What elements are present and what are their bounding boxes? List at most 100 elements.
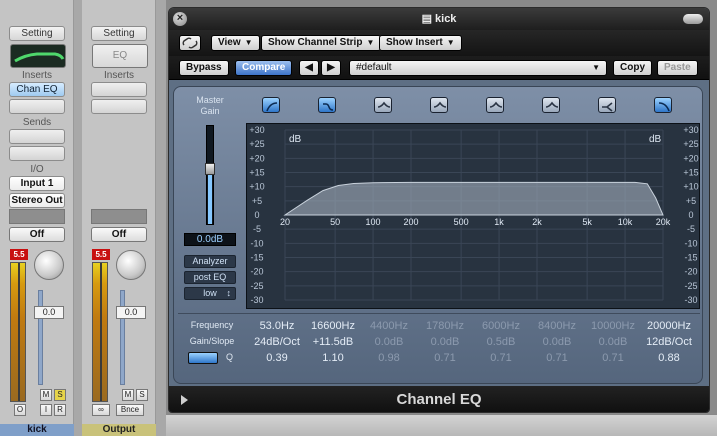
y-tick-label-right: +25 [683, 139, 698, 149]
volume-fader[interactable] [120, 290, 125, 385]
insert-slot-chan-eq[interactable]: Chan EQ [9, 82, 65, 97]
level-meter [92, 262, 108, 402]
peak-indicator[interactable]: 5.5 [92, 249, 110, 260]
solo-button[interactable]: S [54, 389, 66, 401]
band-8-toggle[interactable] [654, 97, 672, 113]
mute-button[interactable]: M [122, 389, 134, 401]
insert-slot-empty[interactable] [91, 99, 147, 114]
previous-preset-button[interactable]: ◀ [299, 60, 319, 76]
fader-value[interactable]: 0.0 [34, 306, 64, 319]
pan-knob[interactable] [34, 250, 64, 280]
analyzer-mode-select[interactable]: post EQ [184, 271, 236, 284]
band-8-q-value[interactable]: 0.88 [636, 352, 702, 364]
eq-thumbnail[interactable]: EQ [92, 44, 148, 68]
band-7-toggle[interactable] [598, 97, 616, 113]
arrange-bottom-bar [166, 414, 717, 436]
band-1-toggle[interactable] [262, 97, 280, 113]
band-3-toggle[interactable] [374, 97, 392, 113]
output-select[interactable]: Stereo Out [9, 193, 65, 208]
peak-indicator[interactable]: 5.5 [10, 249, 28, 260]
eq-graph[interactable]: +30 +30 +25 +25 +20 +20 +15 +15 +10 +10 +5 +5 0 0 -5 -5… [246, 123, 700, 309]
plugin-window: × ▤ kick View ▼ Show Channel Strip ▼ Show … [168, 7, 710, 413]
strip-name[interactable]: Output [82, 424, 156, 436]
copy-button[interactable]: Copy [613, 60, 652, 76]
y-tick-label-left: -30 [250, 295, 263, 305]
link-icon[interactable]: ∞ [92, 404, 110, 416]
group-slot[interactable] [91, 209, 147, 224]
send-slot-empty[interactable] [9, 129, 65, 144]
show-insert-menu[interactable]: Show Insert ▼ [379, 35, 462, 51]
y-tick-label-left: +5 [252, 196, 262, 206]
compare-button[interactable]: Compare [235, 60, 293, 76]
strip-gap [156, 0, 166, 436]
solo-button[interactable]: S [136, 389, 148, 401]
band-8-gain-value[interactable]: 12dB/Oct [636, 336, 702, 348]
master-gain-value[interactable]: 0.0dB [184, 233, 236, 246]
level-meter [10, 262, 26, 402]
send-slot-empty[interactable] [9, 146, 65, 161]
setting-button[interactable]: Setting [9, 26, 65, 41]
master-gain-slider[interactable] [205, 125, 215, 225]
next-preset-button[interactable]: ▶ [321, 60, 341, 76]
high-shelf-icon [602, 102, 613, 112]
strip-name[interactable]: kick [0, 424, 74, 436]
eq-thumbnail[interactable] [10, 44, 66, 68]
link-button[interactable] [179, 35, 201, 51]
fader-value[interactable]: 0.0 [116, 306, 146, 319]
toolbar-toggle-button[interactable] [683, 14, 703, 24]
master-gain-handle[interactable] [205, 163, 215, 176]
bell-icon [489, 101, 503, 108]
channel-strip-output: Setting EQ Inserts Off 5.5 0.0 M S ∞ Bnc… [82, 0, 156, 436]
bounce-button[interactable]: Bnce [116, 404, 144, 416]
low-shelf-icon [323, 103, 334, 111]
x-tick-label: 1k [494, 217, 504, 227]
strip-gap [74, 0, 82, 436]
title-bar[interactable]: × ▤ kick [169, 8, 709, 30]
x-tick-label: 10k [618, 217, 633, 227]
eq-curve-chart[interactable]: +30 +30 +25 +25 +20 +20 +15 +15 +10 +10 +5 +5 0 0 -5 -5… [247, 124, 701, 310]
insert-slot-empty[interactable] [9, 99, 65, 114]
automation-mode-button[interactable]: Off [91, 227, 147, 242]
eq-curve-area [283, 181, 664, 216]
band-5-toggle[interactable] [486, 97, 504, 113]
y-tick-label-left: +25 [249, 139, 264, 149]
automation-mode-button[interactable]: Off [9, 227, 65, 242]
view-menu[interactable]: View ▼ [211, 35, 260, 51]
output-button[interactable]: O [14, 404, 26, 416]
band-2-toggle[interactable] [318, 97, 336, 113]
show-channel-strip-menu[interactable]: Show Channel Strip ▼ [261, 35, 382, 51]
bypass-button[interactable]: Bypass [179, 60, 229, 76]
record-enable-button[interactable]: R [54, 404, 66, 416]
band-6-toggle[interactable] [542, 97, 560, 113]
y-tick-label-left: -25 [250, 281, 263, 291]
mute-button[interactable]: M [40, 389, 52, 401]
input-monitor-button[interactable]: I [40, 404, 52, 416]
mixer-area: Setting Inserts Chan EQ Sends I/O Input … [0, 0, 166, 436]
analyzer-button[interactable]: Analyzer [184, 255, 236, 268]
group-slot[interactable] [9, 209, 65, 224]
gain-q-link-icon[interactable] [188, 352, 218, 364]
band-4-toggle[interactable] [430, 97, 448, 113]
setting-button[interactable]: Setting [91, 26, 147, 41]
insert-slot-empty[interactable] [91, 82, 147, 97]
analyzer-resolution-select[interactable]: low ↕ [184, 287, 236, 300]
y-tick-label-left: +30 [249, 125, 264, 135]
input-select[interactable]: Input 1 [9, 176, 65, 191]
y-tick-label-right: -10 [684, 238, 697, 248]
x-tick-label: 100 [366, 217, 381, 227]
preset-menu[interactable]: #default ▼ [349, 60, 607, 76]
master-gain-label: Master Gain [196, 95, 224, 116]
y-unit-label-left: dB [289, 134, 302, 145]
band-8-freq-value[interactable]: 20000Hz [636, 320, 702, 332]
y-tick-label-left: +20 [249, 153, 264, 163]
volume-fader[interactable] [38, 290, 43, 385]
pan-knob[interactable] [116, 250, 146, 280]
link-icon [182, 37, 198, 49]
plugin-footer: Channel EQ [169, 386, 709, 412]
plugin-header-toolbar: View ▼ Show Channel Strip ▼ Show Insert ▼ [169, 30, 709, 56]
channel-strip-kick: Setting Inserts Chan EQ Sends I/O Input … [0, 0, 74, 436]
x-tick-label: 2k [532, 217, 542, 227]
inserts-label: Inserts [21, 70, 52, 81]
y-tick-label-left: -10 [250, 238, 263, 248]
paste-button[interactable]: Paste [657, 60, 698, 76]
